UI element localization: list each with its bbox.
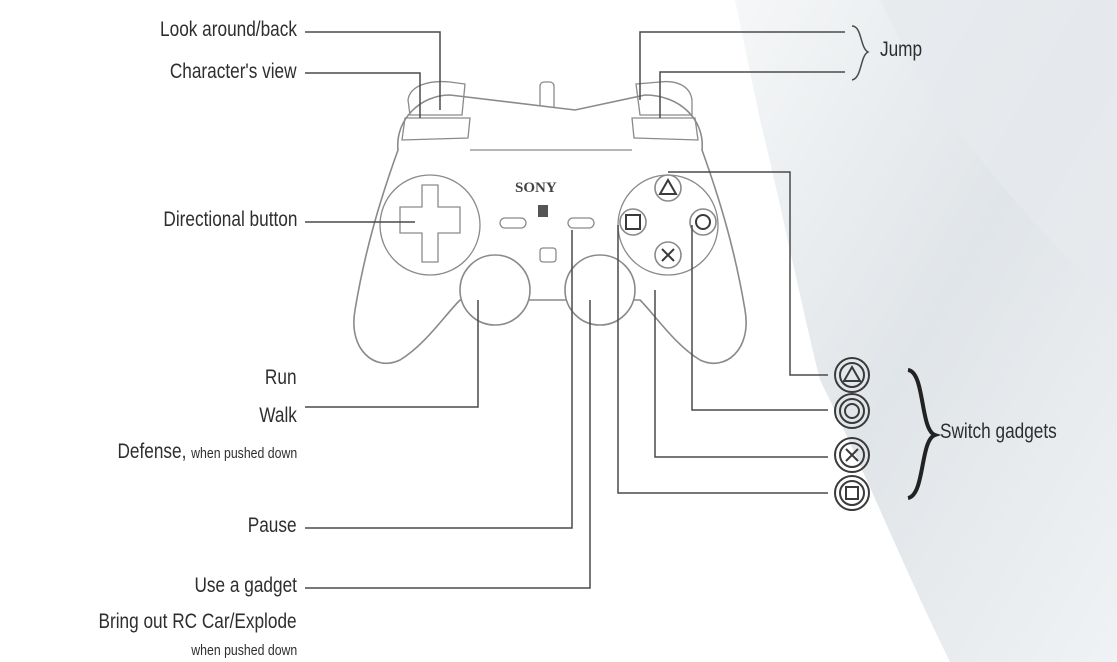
- label-directional: Directional button: [162, 208, 297, 231]
- jump-brace: [851, 25, 870, 81]
- label-jump: Jump: [880, 38, 923, 61]
- switch-gadgets-brace: [907, 368, 942, 500]
- right-stick: [564, 254, 636, 326]
- label-walk: Walk: [259, 404, 297, 427]
- label-run: Run: [265, 366, 297, 389]
- defense-text: Defense,: [117, 440, 187, 463]
- label-rc-note: when pushed down: [191, 642, 297, 659]
- defense-note: when pushed down: [191, 445, 297, 462]
- label-use-gadget: Use a gadget: [194, 574, 297, 597]
- circle-icon: [834, 393, 870, 429]
- brand-text: SONY: [515, 180, 557, 196]
- label-switch-gadgets: Switch gadgets: [940, 420, 1057, 443]
- controls-page: SONY Look around/back Character's view D…: [0, 0, 1117, 662]
- label-look-around: Look around/back: [160, 18, 297, 41]
- square-icon: [834, 475, 870, 511]
- triangle-icon: [834, 357, 870, 393]
- cross-icon: [834, 437, 870, 473]
- label-rc-car: Bring out RC Car/Explode: [98, 610, 297, 633]
- controller-diagram: SONY: [305, 25, 942, 589]
- label-character-view: Character's view: [170, 60, 297, 83]
- label-pause: Pause: [248, 514, 297, 537]
- left-stick: [459, 254, 531, 326]
- label-defense: Defense, when pushed down: [117, 440, 297, 464]
